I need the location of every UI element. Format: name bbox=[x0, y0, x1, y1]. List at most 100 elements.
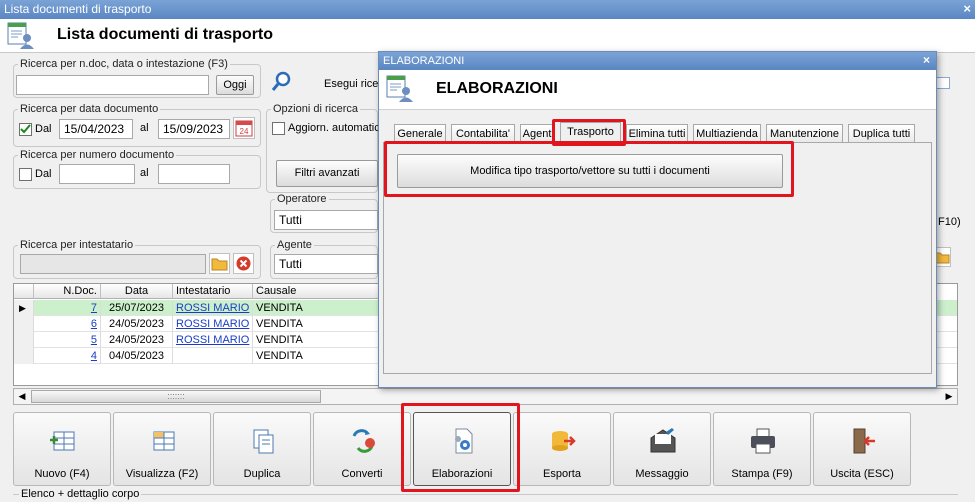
filtri-avanzati-button[interactable]: Filtri avanzati bbox=[276, 160, 378, 187]
options-legend: Opzioni di ricerca bbox=[273, 103, 358, 115]
operatore-legend: Operatore bbox=[277, 193, 327, 205]
dal-number-label: Dal bbox=[35, 168, 52, 180]
cell-date: 24/05/2023 bbox=[101, 332, 173, 348]
nuovo-button[interactable]: Nuovo (F4) bbox=[13, 412, 111, 486]
esporta-button[interactable]: Esporta bbox=[513, 412, 611, 486]
agente-select[interactable]: Tutti bbox=[274, 254, 378, 274]
search-input[interactable] bbox=[16, 75, 209, 95]
document-list-icon bbox=[7, 22, 34, 49]
agente-legend: Agente bbox=[277, 239, 312, 251]
checkmark-icon bbox=[20, 124, 31, 134]
printer-icon bbox=[751, 428, 775, 454]
cell-num[interactable]: 6 bbox=[34, 316, 101, 332]
scroll-left-icon[interactable]: ◀ bbox=[14, 389, 30, 404]
message-icon bbox=[650, 428, 676, 453]
cell-num[interactable]: 5 bbox=[34, 332, 101, 348]
dal-number-checkbox[interactable] bbox=[19, 168, 32, 181]
calendar-day: 24 bbox=[240, 127, 249, 136]
dialog-heading: ELABORAZIONI bbox=[436, 80, 558, 97]
modifica-button-highlight bbox=[384, 141, 794, 197]
messaggio-button[interactable]: Messaggio bbox=[613, 412, 711, 486]
calendar-button[interactable]: 24 bbox=[233, 117, 255, 139]
cell-customer[interactable]: ROSSI MARIO bbox=[173, 332, 253, 348]
cell-customer[interactable] bbox=[173, 348, 253, 364]
window-titlebar: Lista documenti di trasporto bbox=[0, 0, 975, 19]
cell-date: 24/05/2023 bbox=[101, 316, 173, 332]
duplica-label: Duplica bbox=[243, 468, 281, 480]
esegui-ricerca-label[interactable]: Esegui ricer bbox=[324, 78, 382, 90]
column-header[interactable]: N.Doc. bbox=[34, 284, 101, 299]
cell-num[interactable]: 7 bbox=[34, 300, 101, 316]
dal-date-label: Dal bbox=[35, 123, 52, 135]
folder-icon bbox=[211, 258, 228, 271]
row-indicator bbox=[14, 332, 34, 348]
cell-causale: VENDITA bbox=[253, 332, 383, 348]
document-list-icon bbox=[386, 75, 413, 102]
dal-date-checkbox[interactable] bbox=[19, 123, 32, 136]
number-to-input[interactable] bbox=[158, 164, 230, 184]
side-panel-edge bbox=[936, 77, 950, 89]
view-table-icon bbox=[153, 431, 175, 451]
intestatario-input[interactable] bbox=[20, 254, 206, 274]
cell-causale: VENDITA bbox=[253, 316, 383, 332]
al-number-label: al bbox=[140, 167, 149, 179]
calendar-icon: 24 bbox=[235, 120, 253, 137]
al-date-label: al bbox=[140, 122, 149, 134]
export-database-icon bbox=[552, 431, 576, 451]
date-from-input[interactable]: 15/04/2023 bbox=[59, 119, 133, 139]
search-icon[interactable] bbox=[270, 70, 294, 94]
convert-icon bbox=[352, 429, 375, 453]
dialog-title: ELABORAZIONI bbox=[383, 55, 465, 67]
cell-num[interactable]: 4 bbox=[34, 348, 101, 364]
aggiorn-checkbox[interactable] bbox=[272, 122, 285, 135]
date-to-input[interactable]: 15/09/2023 bbox=[158, 119, 230, 139]
operatore-select[interactable]: Tutti bbox=[274, 210, 378, 230]
cell-date: 25/07/2023 bbox=[101, 300, 173, 316]
column-header[interactable]: Causale bbox=[253, 284, 383, 299]
nuovo-label: Nuovo (F4) bbox=[34, 468, 90, 480]
duplicate-icon bbox=[253, 429, 274, 454]
new-table-icon bbox=[50, 431, 75, 451]
clear-button[interactable] bbox=[233, 253, 254, 274]
tab-duplica-tutti[interactable]: Duplica tutti bbox=[848, 124, 915, 143]
oggi-button[interactable]: Oggi bbox=[216, 75, 254, 95]
cell-causale: VENDITA bbox=[253, 300, 383, 316]
scroll-right-icon[interactable]: ▶ bbox=[941, 389, 957, 404]
window-title: Lista documenti di trasporto bbox=[4, 2, 152, 16]
row-indicator bbox=[14, 316, 34, 332]
search-legend: Ricerca per n.doc, data o intestazione (… bbox=[20, 58, 228, 70]
aggiorn-label: Aggiorn. automatic bbox=[288, 122, 380, 134]
dialog-header: ELABORAZIONI bbox=[379, 70, 936, 110]
stampa-label: Stampa (F9) bbox=[731, 468, 793, 480]
window-close-icon[interactable]: × bbox=[963, 1, 971, 16]
scroll-thumb[interactable]: ::::::: bbox=[31, 390, 321, 403]
cell-customer[interactable]: ROSSI MARIO bbox=[173, 300, 253, 316]
duplica-button[interactable]: Duplica bbox=[213, 412, 311, 486]
stampa-button[interactable]: Stampa (F9) bbox=[713, 412, 811, 486]
footer-legend: Elenco + dettaglio corpo bbox=[19, 488, 142, 500]
exit-door-icon bbox=[853, 428, 875, 454]
column-header[interactable]: Data bbox=[101, 284, 173, 299]
clear-icon bbox=[236, 256, 251, 271]
elaborazioni-highlight bbox=[401, 403, 520, 492]
uscita-button[interactable]: Uscita (ESC) bbox=[813, 412, 911, 486]
cell-customer[interactable]: ROSSI MARIO bbox=[173, 316, 253, 332]
converti-button[interactable]: Converti bbox=[313, 412, 411, 486]
number-from-input[interactable] bbox=[59, 164, 135, 184]
uscita-label: Uscita (ESC) bbox=[830, 468, 894, 480]
column-header[interactable]: Intestatario bbox=[173, 284, 253, 299]
dialog-close-icon[interactable]: × bbox=[923, 53, 930, 67]
page-title: Lista documenti di trasporto bbox=[57, 26, 274, 43]
number-search-legend: Ricerca per numero documento bbox=[20, 149, 175, 161]
cell-date: 04/05/2023 bbox=[101, 348, 173, 364]
visualizza-button[interactable]: Visualizza (F2) bbox=[113, 412, 211, 486]
folder-button[interactable] bbox=[209, 253, 230, 274]
esporta-label: Esporta bbox=[543, 468, 581, 480]
messaggio-label: Messaggio bbox=[635, 468, 689, 480]
row-indicator-header bbox=[14, 284, 34, 299]
date-search-legend: Ricerca per data documento bbox=[20, 103, 159, 115]
page-header: Lista documenti di trasporto bbox=[0, 19, 975, 53]
visualizza-label: Visualizza (F2) bbox=[125, 468, 199, 480]
cell-causale: VENDITA bbox=[253, 348, 383, 364]
footer-group: Elenco + dettaglio corpo bbox=[13, 488, 958, 502]
